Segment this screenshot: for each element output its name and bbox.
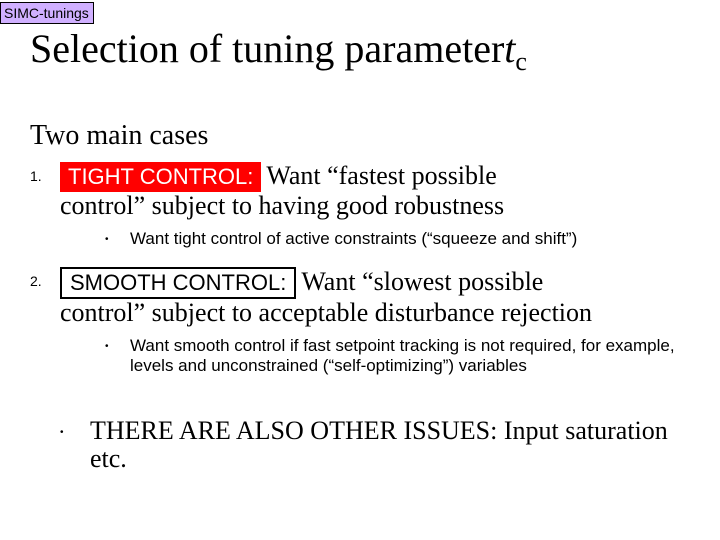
slide: SIMC-tunings Selection of tuning paramet…	[0, 0, 720, 540]
item2-line-a: Want “slowest possible	[301, 267, 543, 296]
final-item: • THERE ARE ALSO OTHER ISSUES: Input sat…	[30, 417, 690, 474]
item1-sub: • Want tight control of active constrain…	[30, 229, 690, 249]
title-area: Selection of tuning parametertc	[30, 25, 690, 72]
list-item-1: 1. TIGHT CONTROL:Want “fastest possible …	[30, 162, 690, 221]
bullet-icon: •	[60, 427, 64, 438]
item1-number: 1.	[30, 168, 42, 184]
bullet-icon: •	[105, 234, 109, 246]
final-text: THERE ARE ALSO OTHER ISSUES: Input satur…	[90, 416, 668, 474]
item2-sub-text: Want smooth control if fast setpoint tra…	[130, 336, 675, 375]
header-tag: SIMC-tunings	[0, 2, 94, 24]
list-item-2: 2. SMOOTH CONTROL:Want “slowest possible…	[30, 267, 690, 328]
bullet-icon: •	[105, 341, 109, 353]
lead-text: Two main cases	[30, 120, 690, 152]
item2-line-b: control” subject to acceptable disturban…	[60, 298, 592, 327]
title-tau: t	[504, 26, 515, 71]
item2-text: SMOOTH CONTROL:Want “slowest possible co…	[60, 267, 690, 328]
title-subscript: c	[515, 47, 527, 76]
title-text: Selection of tuning parameter	[30, 26, 504, 71]
tight-control-badge: TIGHT CONTROL:	[60, 162, 261, 192]
body-area: Two main cases 1. TIGHT CONTROL:Want “fa…	[30, 120, 690, 474]
item1-text: TIGHT CONTROL:Want “fastest possible con…	[60, 162, 690, 221]
item1-sub-text: Want tight control of active constraints…	[130, 229, 577, 248]
slide-title: Selection of tuning parametertc	[30, 26, 527, 71]
item1-line-a: Want “fastest possible	[266, 161, 496, 190]
item2-number: 2.	[30, 273, 42, 289]
item1-line-b: control” subject to having good robustne…	[60, 191, 504, 220]
smooth-control-badge: SMOOTH CONTROL:	[60, 267, 296, 299]
item2-sub: • Want smooth control if fast setpoint t…	[30, 336, 690, 377]
